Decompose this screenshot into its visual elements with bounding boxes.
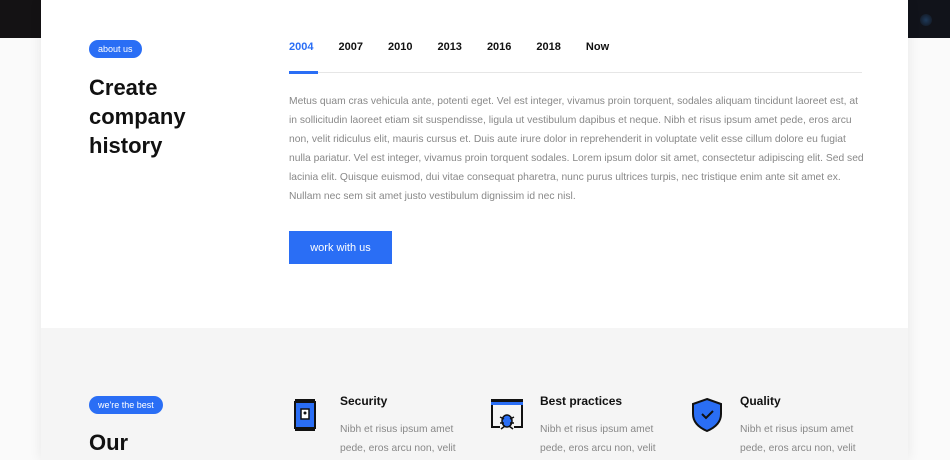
feature-text: Nibh et risus ipsum amet pede, eros arcu… <box>340 424 456 454</box>
shield-check-icon <box>692 397 722 432</box>
content-card: about us Create company history 2004 200… <box>41 0 908 460</box>
tab-2016[interactable]: 2016 <box>487 41 511 53</box>
tabs-divider <box>289 72 862 73</box>
year-tabs: 2004 2007 2010 2013 2016 2018 Now <box>289 41 634 53</box>
feature-title: Best practices <box>540 394 623 408</box>
feature-text: Nibh et risus ipsum amet pede, eros arcu… <box>740 424 856 454</box>
work-with-us-button[interactable]: work with us <box>289 231 392 264</box>
bug-browser-icon <box>491 399 523 430</box>
tab-2013[interactable]: 2013 <box>437 41 461 53</box>
background-dark-left <box>0 0 41 38</box>
about-title: Create company history <box>89 73 186 160</box>
background-dark-right <box>908 0 950 38</box>
best-badge: we're the best <box>89 396 163 414</box>
tab-now[interactable]: Now <box>586 41 609 53</box>
tab-2004[interactable]: 2004 <box>289 41 313 53</box>
feature-title: Quality <box>740 394 781 408</box>
tab-2007[interactable]: 2007 <box>338 41 362 53</box>
tab-2018[interactable]: 2018 <box>536 41 560 53</box>
about-badge: about us <box>89 40 142 58</box>
title-line: history <box>89 133 163 158</box>
title-line: company <box>89 104 186 129</box>
feature-text: Nibh et risus ipsum amet pede, eros arcu… <box>540 424 656 454</box>
timeline-text: Metus quam cras vehicula ante, potenti e… <box>289 96 864 203</box>
tab-2010[interactable]: 2010 <box>388 41 412 53</box>
best-title: Our <box>89 430 129 455</box>
title-line: Create <box>89 75 158 100</box>
active-tab-indicator <box>289 71 318 74</box>
lock-door-icon <box>294 399 316 431</box>
feature-title: Security <box>340 394 388 408</box>
